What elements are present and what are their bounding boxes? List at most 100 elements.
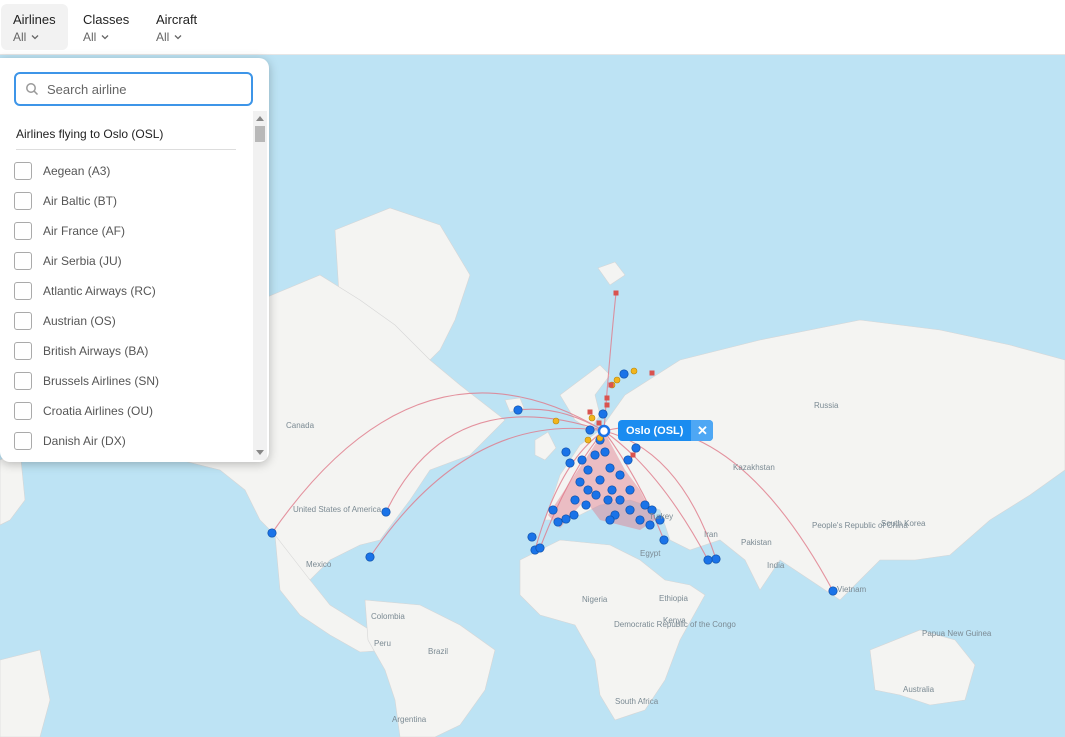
airport-marker[interactable] — [590, 450, 600, 460]
airport-marker[interactable] — [267, 528, 277, 538]
chevron-down-icon — [174, 35, 182, 40]
airport-marker[interactable] — [625, 505, 635, 515]
checkbox[interactable] — [14, 162, 32, 180]
airport-marker[interactable] — [613, 290, 619, 296]
map-label: Nigeria — [582, 595, 608, 604]
map-label: Egypt — [640, 549, 661, 558]
airline-option[interactable]: Austrian (OS) — [14, 306, 249, 336]
map-label: Ethiopia — [659, 594, 688, 603]
airline-option-label: Air Baltic (BT) — [43, 194, 118, 208]
aircraft-filter-value: All — [156, 30, 170, 44]
airport-marker[interactable] — [630, 452, 636, 458]
airport-marker[interactable] — [659, 535, 669, 545]
checkbox[interactable] — [14, 402, 32, 420]
airport-marker[interactable] — [577, 455, 587, 465]
search-airline-input[interactable] — [45, 80, 239, 98]
airline-option[interactable]: Air Serbia (JU) — [14, 246, 249, 276]
airport-marker[interactable] — [381, 507, 391, 517]
airport-marker[interactable] — [598, 409, 608, 419]
dropdown-heading: Airlines flying to Oslo (OSL) — [16, 127, 164, 141]
airport-marker[interactable] — [548, 505, 558, 515]
airline-option[interactable]: Atlantic Airways (RC) — [14, 276, 249, 306]
checkbox[interactable] — [14, 252, 32, 270]
airline-option[interactable]: Croatia Airlines (OU) — [14, 396, 249, 426]
map-label: Canada — [286, 421, 315, 430]
airport-marker[interactable] — [631, 443, 641, 453]
airport-marker[interactable] — [608, 382, 614, 388]
checkbox[interactable] — [14, 192, 32, 210]
classes-filter[interactable]: Classes All — [71, 4, 141, 50]
airport-marker[interactable] — [619, 369, 629, 379]
airport-marker[interactable] — [603, 495, 613, 505]
airport-marker[interactable] — [575, 477, 585, 487]
airport-marker[interactable] — [607, 485, 617, 495]
aircraft-filter[interactable]: Aircraft All — [144, 4, 209, 50]
airport-marker[interactable] — [635, 515, 645, 525]
airport-marker[interactable] — [552, 417, 560, 425]
airport-marker[interactable] — [583, 465, 593, 475]
airport-marker[interactable] — [565, 458, 575, 468]
map-label: Brazil — [428, 647, 448, 656]
airport-marker[interactable] — [600, 447, 610, 457]
airline-option[interactable]: Air France (AF) — [14, 216, 249, 246]
airport-marker[interactable] — [591, 490, 601, 500]
airline-option[interactable]: Air Baltic (BT) — [14, 186, 249, 216]
airport-marker[interactable] — [640, 500, 650, 510]
airport-marker[interactable] — [649, 370, 655, 376]
airport-marker[interactable] — [711, 554, 721, 564]
scroll-up-icon[interactable] — [256, 116, 264, 121]
airline-option[interactable]: Brussels Airlines (SN) — [14, 366, 249, 396]
airport-marker[interactable] — [569, 510, 579, 520]
checkbox[interactable] — [14, 312, 32, 330]
checkbox[interactable] — [14, 282, 32, 300]
map-label: Colombia — [371, 612, 405, 621]
map-label: Mexico — [306, 560, 332, 569]
airport-marker[interactable] — [365, 552, 375, 562]
airport-marker[interactable] — [570, 495, 580, 505]
airport-marker[interactable] — [561, 514, 571, 524]
checkbox[interactable] — [14, 222, 32, 240]
airport-marker[interactable] — [828, 586, 838, 596]
airline-option-label: Air France (AF) — [43, 224, 126, 238]
map-label: Turkey — [649, 512, 673, 521]
airport-marker[interactable] — [585, 425, 595, 435]
airport-marker[interactable] — [630, 367, 638, 375]
airport-marker[interactable] — [595, 475, 605, 485]
airport-marker[interactable] — [613, 376, 621, 384]
airport-marker[interactable] — [604, 395, 610, 401]
close-icon[interactable]: ✕ — [691, 420, 714, 441]
checkbox[interactable] — [14, 372, 32, 390]
airport-marker[interactable] — [645, 520, 655, 530]
airline-list: Aegean (A3) Air Baltic (BT) Air France (… — [14, 156, 249, 456]
airport-marker[interactable] — [605, 463, 615, 473]
airport-marker[interactable] — [615, 470, 625, 480]
airport-marker[interactable] — [615, 495, 625, 505]
airline-option[interactable]: Aegean (A3) — [14, 156, 249, 186]
scrollbar-thumb[interactable] — [255, 126, 265, 142]
scroll-down-icon[interactable] — [256, 450, 264, 455]
oslo-marker[interactable] — [597, 424, 611, 438]
airport-marker[interactable] — [605, 515, 615, 525]
airport-marker[interactable] — [561, 447, 571, 457]
airline-option-label: Austrian (OS) — [43, 314, 116, 328]
scrollbar[interactable] — [253, 111, 267, 460]
airport-marker[interactable] — [588, 414, 596, 422]
airport-marker[interactable] — [553, 517, 563, 527]
checkbox[interactable] — [14, 342, 32, 360]
airport-marker[interactable] — [625, 485, 635, 495]
airport-marker[interactable] — [513, 405, 523, 415]
airport-marker[interactable] — [584, 436, 592, 444]
airport-marker[interactable] — [583, 485, 593, 495]
airport-marker[interactable] — [581, 500, 591, 510]
airport-marker[interactable] — [535, 543, 545, 553]
airport-marker[interactable] — [703, 555, 713, 565]
airport-marker[interactable] — [596, 420, 602, 426]
airlines-filter-label: Airlines — [13, 12, 56, 27]
airline-option[interactable]: British Airways (BA) — [14, 336, 249, 366]
airport-marker[interactable] — [604, 402, 610, 408]
airport-marker[interactable] — [587, 409, 593, 415]
checkbox[interactable] — [14, 432, 32, 450]
airport-marker[interactable] — [527, 532, 537, 542]
airlines-filter[interactable]: Airlines All — [1, 4, 68, 50]
airline-option[interactable]: Danish Air (DX) — [14, 426, 249, 456]
